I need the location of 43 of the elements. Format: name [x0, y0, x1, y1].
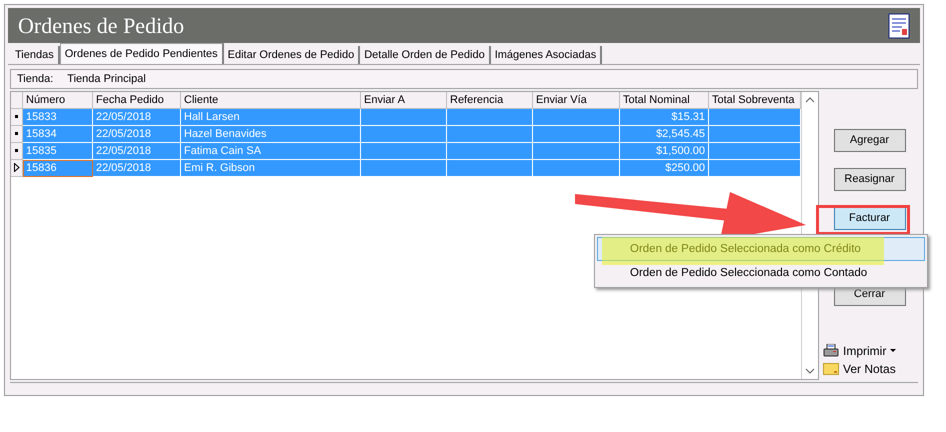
table-cell: 15833 — [23, 108, 93, 126]
note-icon — [823, 362, 839, 375]
menu-item[interactable]: Orden de Pedido Seleccionada como Contado — [597, 261, 925, 285]
table-cell: 22/05/2018 — [93, 126, 181, 143]
table-cell: 15835 — [23, 142, 93, 160]
header-corner — [11, 92, 23, 109]
table-cell: 22/05/2018 — [93, 142, 181, 160]
column-header[interactable]: Enviar Vía — [533, 92, 620, 109]
row-header[interactable] — [11, 108, 23, 126]
table-cell: 15836 — [23, 160, 93, 177]
column-header[interactable]: Cliente — [181, 92, 361, 109]
table-cell: $2,545.45 — [620, 126, 709, 143]
column-header[interactable]: Número — [23, 92, 93, 109]
table-cell: $250.00 — [620, 160, 709, 177]
table-cell: Fatima Cain SA — [181, 142, 361, 160]
toolbar-button[interactable]: Imprimir — [823, 344, 920, 358]
column-header[interactable]: Enviar A — [361, 92, 447, 109]
table-cell: $1,500.00 — [620, 142, 709, 160]
printer-icon — [823, 344, 839, 358]
row-header[interactable] — [11, 142, 23, 160]
column-header[interactable]: Referencia — [447, 92, 533, 109]
action-button[interactable]: Reasignar — [834, 168, 906, 191]
window-title: Ordenes de Pedido — [18, 12, 184, 39]
table-cell: Hazel Benavides — [181, 126, 361, 143]
caret-icon — [890, 349, 896, 352]
store-label: Tienda: — [17, 72, 54, 85]
table-cell: 15834 — [23, 126, 93, 143]
table-cell: 22/05/2018 — [93, 108, 181, 126]
column-header[interactable]: Total Sobreventa — [709, 92, 801, 109]
table-cell: $15.31 — [620, 108, 709, 126]
row-header[interactable] — [11, 160, 23, 177]
tab[interactable]: Ordenes de Pedido Pendientes — [60, 43, 224, 64]
document-icon — [888, 12, 910, 39]
row-header[interactable] — [11, 126, 23, 143]
toolbar-button[interactable]: Ver Notas — [823, 362, 920, 376]
table-cell: 22/05/2018 — [93, 160, 181, 177]
action-button[interactable]: Facturar — [834, 206, 906, 230]
action-button[interactable]: Agregar — [834, 128, 906, 152]
store-value: Tienda Principal — [67, 72, 146, 85]
column-header[interactable]: Total Nominal — [620, 92, 709, 109]
table-cell: Hall Larsen — [181, 108, 361, 126]
column-header[interactable]: Fecha Pedido — [93, 92, 181, 109]
table-cell: Emi R. Gibson — [181, 160, 361, 177]
